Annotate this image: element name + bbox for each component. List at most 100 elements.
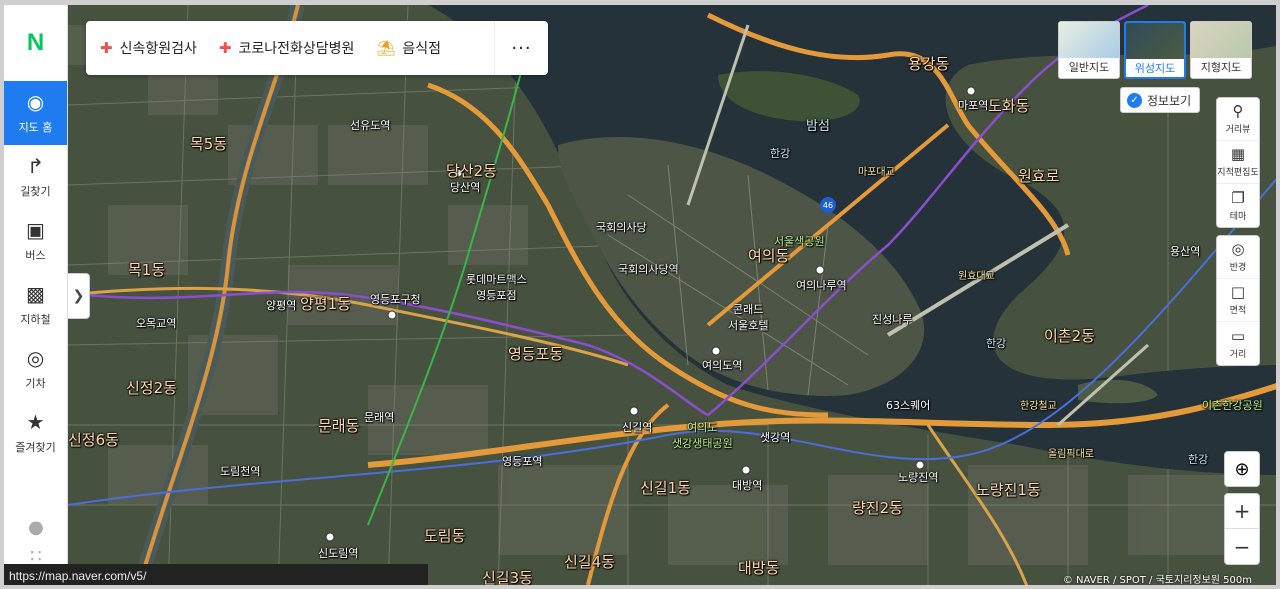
label-singil1: 신길1동 xyxy=(640,479,691,497)
label-seoulsup-park: 서울색공원 xyxy=(774,235,825,248)
expand-panel-button[interactable]: ❯ xyxy=(68,273,90,319)
label-daebang-station: 대방역 xyxy=(732,479,763,492)
label-yeongdeungpo-office: 영등포구청 xyxy=(370,293,421,306)
maptype-normal[interactable]: 일반지도 xyxy=(1058,21,1120,79)
nav-subway-label: 지하철 xyxy=(20,313,51,326)
label-dorimcheon-station: 도림천역 xyxy=(220,465,261,478)
chip-rapid-antigen-test[interactable]: ✚ 신속항원검사 xyxy=(100,38,197,58)
svg-text:46: 46 xyxy=(823,201,833,210)
nav-directions[interactable]: ↱ 길찾기 xyxy=(4,145,67,209)
label-noryangjin-station: 노량진역 xyxy=(898,471,939,484)
train-icon: ◎ xyxy=(26,346,45,370)
label-yeouido-station: 여의도역 xyxy=(702,359,743,372)
label-sinjeong2: 신정2동 xyxy=(126,379,177,397)
cadastral-icon: ▦ xyxy=(1230,145,1246,163)
area-icon: □ xyxy=(1230,283,1246,301)
profile-icon[interactable]: ● xyxy=(4,517,68,538)
label-hangang-2: 한강 xyxy=(986,337,1007,350)
map-home-icon: ◉ xyxy=(26,90,45,114)
tool-area[interactable]: □ 면적 xyxy=(1217,279,1259,322)
label-63square: 63스퀘어 xyxy=(886,399,931,412)
chip-covid-phone-hospital[interactable]: ✚ 코로나전화상담병원 xyxy=(219,38,355,58)
label-omokgyo-station: 오목교역 xyxy=(136,317,177,330)
label-yeouinaru-station: 여의나루역 xyxy=(796,279,847,292)
tool-cadastral[interactable]: ▦ 지적편집도 xyxy=(1217,141,1259,184)
label-assembly: 국회의사당 xyxy=(596,221,647,234)
more-options-button[interactable]: ··· xyxy=(494,21,548,75)
label-jinseong: 진성나루 xyxy=(872,313,913,326)
label-daebang: 대방동 xyxy=(738,559,780,577)
star-icon: ★ xyxy=(26,410,45,434)
label-sinjeong6: 신정6동 xyxy=(68,431,119,449)
radius-icon: ◎ xyxy=(1231,240,1245,258)
label-mok5: 목5동 xyxy=(190,135,228,153)
zoom-in-button[interactable]: + xyxy=(1225,494,1259,529)
chip-restaurant[interactable]: ⛱ 음식점 xyxy=(376,38,441,58)
label-lotte-mart: 롯데마트맥스 영등포점 xyxy=(466,273,527,302)
tool-street-view[interactable]: ⚲ 거리뷰 xyxy=(1217,98,1259,141)
label-dorim: 도림동 xyxy=(424,527,466,545)
naver-logo[interactable]: N xyxy=(4,5,67,81)
label-ichon: 이촌2동 xyxy=(1044,327,1095,345)
tool-distance[interactable]: ▭ 거리 xyxy=(1217,322,1259,365)
nav-map-home[interactable]: ◉ 지도 홈 xyxy=(4,81,67,145)
current-location-button[interactable]: ⊕ xyxy=(1224,451,1260,487)
location-pin-icon: ⚲ xyxy=(1232,102,1244,120)
pin-icon: ✚ xyxy=(218,39,232,57)
ruler-icon: ▭ xyxy=(1230,326,1246,345)
maptype-terrain[interactable]: 지형지도 xyxy=(1190,21,1252,79)
label-railway-bridge: 한강철교 xyxy=(1020,401,1057,412)
nav-favorites[interactable]: ★ 즐겨찾기 xyxy=(4,401,67,465)
nav-bus[interactable]: ▣ 버스 xyxy=(4,209,67,273)
nav-train[interactable]: ◎ 기차 xyxy=(4,337,67,401)
label-assembly-station: 국회의사당역 xyxy=(618,263,679,276)
label-yeongdeungpo-station: 영등포역 xyxy=(502,455,543,468)
nav-map-home-label: 지도 홈 xyxy=(18,121,53,134)
satellite-map[interactable]: 46 여의동 당산2동 양평1동 문래동 영등포동 신길1동 도림동 대방동 노… xyxy=(68,5,1280,589)
tool-theme[interactable]: ❐ 테마 xyxy=(1217,184,1259,227)
nav-favorites-label: 즐겨찾기 xyxy=(15,441,56,454)
label-mok1: 목1동 xyxy=(128,261,166,279)
label-dohwa: 도화동 xyxy=(988,97,1030,115)
map-canvas[interactable]: 46 xyxy=(68,5,1280,589)
label-singil4: 신길4동 xyxy=(564,553,615,571)
label-conrad: 콘래드 서울호텔 xyxy=(728,303,769,332)
tool-radius[interactable]: ◎ 반경 xyxy=(1217,236,1259,279)
subway-icon: ▩ xyxy=(26,282,45,306)
label-noryangjin: 노량진1동 xyxy=(976,481,1041,499)
directions-icon: ↱ xyxy=(27,154,44,178)
label-singil-station: 신길역 xyxy=(622,421,653,434)
label-yangpyeong: 양평1동 xyxy=(300,295,351,313)
status-bar-url: https://map.naver.com/v5/ xyxy=(4,564,428,585)
zoom-control: + − xyxy=(1224,493,1260,565)
map-copyright: © NAVER / SPOT / 국토지리정보원 500m xyxy=(1062,575,1252,586)
label-hangang-1: 한강 xyxy=(770,147,791,160)
pin-icon: ✚ xyxy=(100,39,113,57)
label-nangjin2: 량진2동 xyxy=(852,499,903,517)
label-mapo-station: 마포역 xyxy=(958,99,989,112)
nav-train-label: 기차 xyxy=(25,377,46,390)
label-mullae: 문래동 xyxy=(318,417,360,435)
label-saetgang-park: 여의도 샛강생태공원 xyxy=(672,421,733,450)
maptype-satellite[interactable]: 위성지도 xyxy=(1124,21,1186,79)
label-wonhyo: 원효로 xyxy=(1018,167,1060,185)
label-dangsan: 당산2동 xyxy=(446,162,497,180)
theme-icon: ❐ xyxy=(1231,188,1245,207)
check-icon: ✓ xyxy=(1127,92,1142,108)
crosshair-icon: ⊕ xyxy=(1234,458,1250,480)
info-view-toggle[interactable]: ✓ 정보보기 xyxy=(1120,87,1200,113)
label-hangang-3: 한강 xyxy=(1188,453,1209,466)
label-saetgang-station: 샛강역 xyxy=(760,431,791,444)
label-ichon-park: 이촌한강공원 xyxy=(1202,399,1263,412)
label-mapo-bridge: 마포대교 xyxy=(858,167,895,178)
fork-knife-icon: ⛱ xyxy=(376,39,396,57)
label-yeongdeungpo: 영등포동 xyxy=(508,345,564,363)
label-yongsan-station: 용산역 xyxy=(1170,245,1201,258)
label-yangpyeong-station: 양평역 xyxy=(266,299,297,312)
label-bamseom: 밤섬 xyxy=(806,119,830,134)
label-dangsan-station: 당산역 xyxy=(450,181,481,194)
nav-subway[interactable]: ▩ 지하철 xyxy=(4,273,67,337)
nav-directions-label: 길찾기 xyxy=(20,185,51,198)
label-olympic-expressway: 올림픽대로 xyxy=(1048,449,1094,460)
zoom-out-button[interactable]: − xyxy=(1225,529,1259,564)
